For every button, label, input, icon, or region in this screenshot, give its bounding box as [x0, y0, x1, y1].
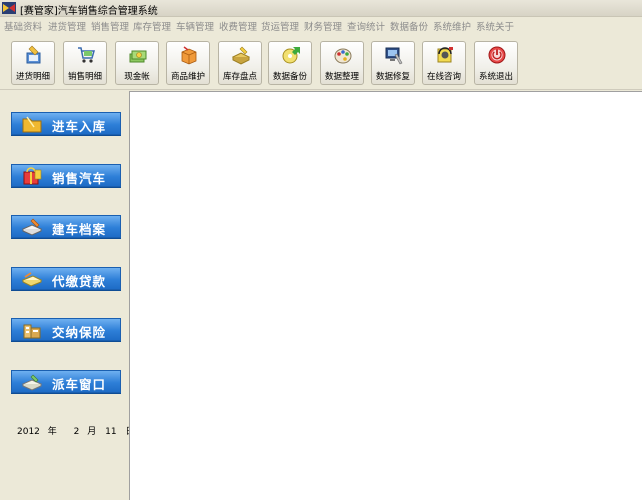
date-month-unit: 月: [87, 427, 97, 437]
toolbar-sales-detail-button[interactable]: 销售明细: [63, 41, 107, 85]
building-icon: [23, 324, 41, 339]
menu-backup[interactable]: 数据备份: [390, 19, 428, 33]
pen-notepad-icon: [26, 45, 41, 64]
monitor-tools-icon: [385, 47, 403, 65]
menu-inventory[interactable]: 库存管理: [133, 19, 171, 33]
nav-loan-payment-button[interactable]: 代缴贷款: [11, 267, 121, 290]
folder-icon: [22, 116, 42, 133]
left-nav-panel: 进车入库 销售汽车 建车档案 代缴贷款 交纳保险 派车窗口 2012 年 2 月…: [0, 91, 135, 500]
power-icon: [488, 46, 506, 64]
toolbar-cash-ledger-button[interactable]: 现金帐: [115, 41, 159, 85]
toolbar-online-consult-button[interactable]: 在线咨询: [422, 41, 466, 85]
nav-pay-insurance-button[interactable]: 交纳保险: [11, 318, 121, 341]
cart-icon: [78, 47, 95, 63]
disc-arrow-icon: [282, 47, 300, 64]
title-bar: [赛管家]汽车销售综合管理系统: [0, 0, 642, 17]
toolbar-exit-button[interactable]: 系统退出: [474, 41, 518, 85]
date-day: 11: [105, 427, 117, 437]
date-year: 2012: [17, 427, 40, 437]
current-date: 2012 年 2 月 11 日: [17, 424, 135, 437]
toolbar-data-repair-button[interactable]: 数据修复: [371, 41, 415, 85]
toolbar-data-cleanup-button[interactable]: 数据整理: [320, 41, 364, 85]
menu-basic-data[interactable]: 基础资料: [4, 19, 42, 33]
window-title: [赛管家]汽车销售综合管理系统: [20, 6, 158, 17]
nav-sell-car-button[interactable]: 销售汽车: [11, 164, 121, 187]
palette-icon: [334, 48, 352, 64]
date-year-unit: 年: [47, 427, 57, 437]
inventory-icon: [231, 46, 251, 65]
toolbar: 进货明细 销售明细 现金帐 商品维护 库存盘点 数据备份 数据整理 数据修复 在…: [0, 33, 642, 90]
app-icon: [2, 2, 16, 14]
menu-fees[interactable]: 收费管理: [219, 19, 257, 33]
menu-bar: 基础资料 进货管理 销售管理 库存管理 车辆管理 收费管理 货运管理 财务管理 …: [0, 17, 642, 33]
toolbar-purchase-detail-button[interactable]: 进货明细: [11, 41, 55, 85]
cash-icon: [129, 50, 147, 63]
truck-window-icon: [21, 374, 43, 391]
menu-freight[interactable]: 货运管理: [261, 19, 299, 33]
box-icon: [181, 46, 197, 65]
notepad-icon: [21, 272, 43, 287]
menu-finance[interactable]: 财务管理: [304, 19, 342, 33]
menu-sales[interactable]: 销售管理: [91, 19, 129, 33]
menu-about[interactable]: 系统关于: [476, 19, 514, 33]
gift-bag-icon: [23, 167, 42, 185]
menu-purchase[interactable]: 进货管理: [48, 19, 86, 33]
headset-icon: [437, 47, 453, 63]
menu-query[interactable]: 查询统计: [347, 19, 385, 33]
toolbar-stocktake-button[interactable]: 库存盘点: [218, 41, 262, 85]
menu-vehicles[interactable]: 车辆管理: [176, 19, 214, 33]
menu-maintenance[interactable]: 系统维护: [433, 19, 471, 33]
toolbar-data-backup-button[interactable]: 数据备份: [268, 41, 312, 85]
nav-dispatch-window-button[interactable]: 派车窗口: [11, 370, 121, 393]
nav-car-stock-in-button[interactable]: 进车入库: [11, 112, 121, 135]
toolbar-product-maintenance-button[interactable]: 商品维护: [166, 41, 210, 85]
book-pen-icon: [21, 218, 43, 236]
main-content-area[interactable]: [129, 91, 642, 500]
nav-create-car-file-button[interactable]: 建车档案: [11, 215, 121, 238]
date-month: 2: [73, 427, 80, 437]
